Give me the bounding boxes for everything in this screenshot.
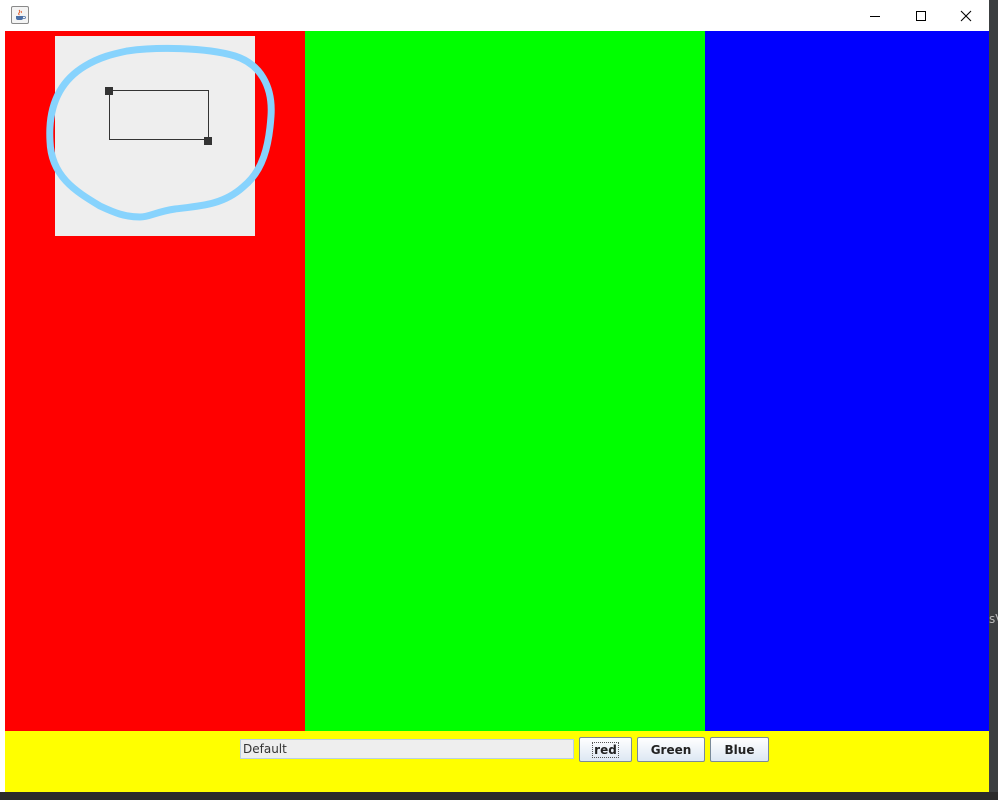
text-field[interactable]	[240, 739, 574, 759]
background-text: sV	[989, 612, 998, 626]
title-bar[interactable]	[0, 0, 989, 31]
drawing-canvas[interactable]	[55, 36, 255, 236]
drawn-rectangle[interactable]	[109, 90, 209, 140]
content-pane: red Green Blue	[5, 31, 989, 792]
maximize-button[interactable]	[898, 0, 944, 31]
desktop-background-bottom	[0, 792, 998, 800]
resize-handle-bottom-right[interactable]	[204, 137, 212, 145]
button-bar: red Green Blue	[5, 731, 989, 792]
desktop-background-right	[988, 30, 998, 800]
close-button[interactable]	[943, 0, 989, 31]
green-panel	[305, 31, 705, 731]
blue-panel	[705, 31, 989, 731]
java-cup-icon	[11, 6, 29, 24]
minimize-button[interactable]	[852, 0, 898, 31]
green-button[interactable]: Green	[637, 737, 705, 762]
minimize-icon	[870, 15, 880, 17]
red-panel	[5, 31, 305, 731]
red-button[interactable]: red	[579, 737, 632, 762]
close-icon	[960, 10, 972, 21]
maximize-icon	[916, 10, 926, 21]
resize-handle-top-left[interactable]	[105, 87, 113, 95]
app-window: red Green Blue	[0, 0, 989, 792]
blue-button[interactable]: Blue	[710, 737, 769, 762]
red-button-label: red	[592, 741, 619, 758]
